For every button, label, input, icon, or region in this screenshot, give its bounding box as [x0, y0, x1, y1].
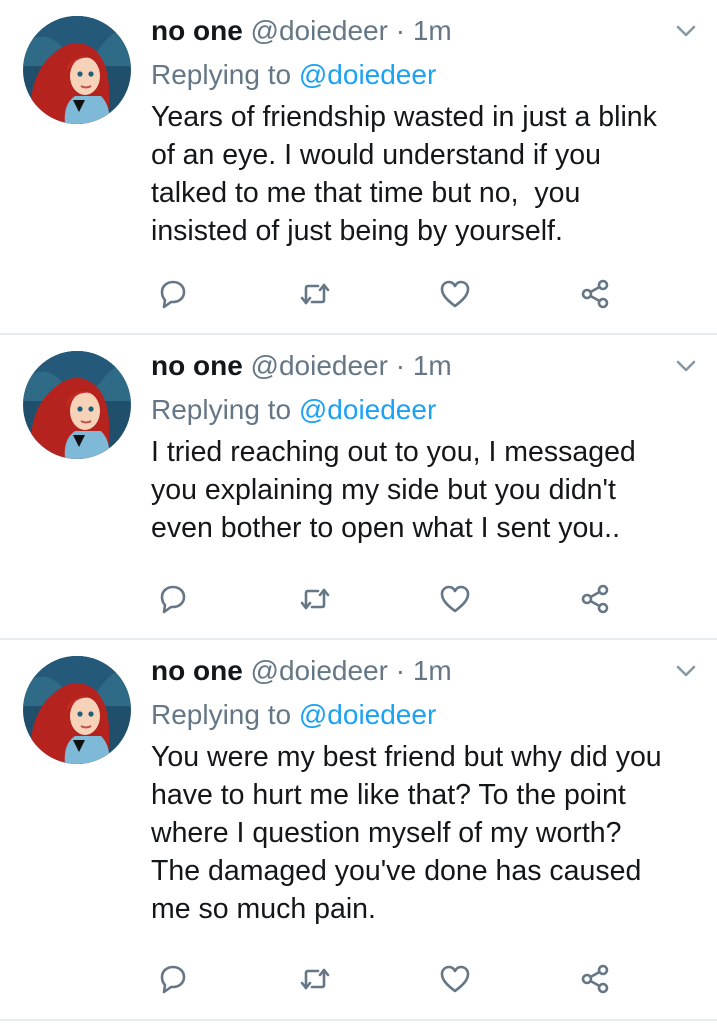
tweet-header: no one @doiedeer · 1m	[151, 12, 452, 50]
tweet-header: no one @doiedeer · 1m	[151, 347, 452, 385]
separator-dot: ·	[395, 655, 406, 686]
timestamp[interactable]: 1m	[413, 655, 452, 686]
mention-link[interactable]: @doiedeer	[299, 59, 436, 90]
reply-icon[interactable]	[155, 581, 191, 617]
chevron-down-icon[interactable]	[672, 660, 700, 682]
avatar[interactable]	[23, 16, 131, 124]
share-icon[interactable]	[577, 276, 613, 312]
retweet-icon[interactable]	[297, 961, 333, 997]
divider	[0, 1019, 717, 1021]
replying-to-label: Replying to	[151, 394, 292, 425]
chevron-down-icon[interactable]	[672, 355, 700, 377]
display-name[interactable]: no one	[151, 15, 243, 46]
replying-to: Replying to @doiedeer	[151, 391, 436, 429]
tweet[interactable]: no one @doiedeer · 1m Replying to @doiede…	[0, 640, 717, 1019]
avatar[interactable]	[23, 656, 131, 764]
tweet[interactable]: no one @doiedeer · 1m Replying to @doiede…	[0, 335, 717, 638]
display-name[interactable]: no one	[151, 655, 243, 686]
replying-to: Replying to @doiedeer	[151, 56, 436, 94]
tweet-text: Years of friendship wasted in just a bli…	[151, 101, 657, 247]
tweet-actions	[0, 581, 717, 621]
share-icon[interactable]	[577, 961, 613, 997]
replying-to-label: Replying to	[151, 59, 292, 90]
tweet-text: You were my best friend but why did you …	[151, 741, 662, 925]
replying-to: Replying to @doiedeer	[151, 696, 436, 734]
tweet-actions	[0, 961, 717, 1001]
separator-dot: ·	[395, 350, 406, 381]
reply-icon[interactable]	[155, 961, 191, 997]
mention-link[interactable]: @doiedeer	[299, 699, 436, 730]
tweet-text: I tried reaching out to you, I messaged …	[151, 436, 636, 544]
heart-icon[interactable]	[437, 961, 473, 997]
avatar[interactable]	[23, 351, 131, 459]
reply-icon[interactable]	[155, 276, 191, 312]
tweet[interactable]: no one @doiedeer · 1m Replying to @doiede…	[0, 0, 717, 333]
timestamp[interactable]: 1m	[413, 15, 452, 46]
user-handle[interactable]: @doiedeer	[251, 350, 388, 381]
retweet-icon[interactable]	[297, 276, 333, 312]
display-name[interactable]: no one	[151, 350, 243, 381]
share-icon[interactable]	[577, 581, 613, 617]
retweet-icon[interactable]	[297, 581, 333, 617]
tweet-actions	[0, 276, 717, 316]
separator-dot: ·	[395, 15, 406, 46]
replying-to-label: Replying to	[151, 699, 292, 730]
heart-icon[interactable]	[437, 581, 473, 617]
tweet-header: no one @doiedeer · 1m	[151, 652, 452, 690]
timestamp[interactable]: 1m	[413, 350, 452, 381]
user-handle[interactable]: @doiedeer	[251, 655, 388, 686]
heart-icon[interactable]	[437, 276, 473, 312]
chevron-down-icon[interactable]	[672, 20, 700, 42]
user-handle[interactable]: @doiedeer	[251, 15, 388, 46]
mention-link[interactable]: @doiedeer	[299, 394, 436, 425]
